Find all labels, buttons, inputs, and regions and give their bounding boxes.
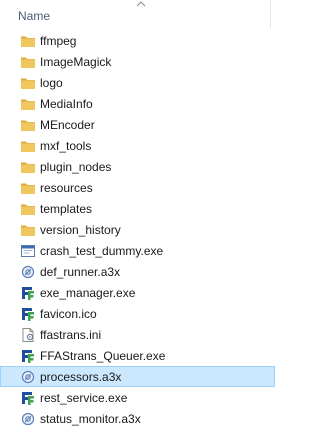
file-list-item[interactable]: version_history: [0, 219, 275, 240]
name-column-header[interactable]: Name: [18, 9, 50, 23]
file-list-item[interactable]: def_runner.a3x: [0, 261, 275, 282]
file-name-label: ImageMagick: [40, 55, 112, 69]
file-name-label: rest_service.exe: [40, 391, 128, 405]
ffastrans-app-icon: [20, 390, 36, 406]
column-divider[interactable]: [270, 0, 271, 28]
file-name-label: favicon.ico: [40, 307, 97, 321]
sort-chevron-up-icon[interactable]: [136, 1, 146, 7]
folder-icon: [20, 75, 36, 91]
file-name-label: FFAStrans_Queuer.exe: [40, 349, 166, 363]
file-explorer: Name ffmpeg ImageMagick logo MediaInfo M…: [0, 0, 275, 437]
ffastrans-app-icon: [20, 285, 36, 301]
file-list-item[interactable]: crash_test_dummy.exe: [0, 240, 275, 261]
file-name-label: crash_test_dummy.exe: [40, 244, 164, 258]
file-list-item[interactable]: status_monitor.a3x: [0, 408, 275, 429]
file-list-item[interactable]: ImageMagick: [0, 51, 275, 72]
file-name-label: ffmpeg: [40, 34, 77, 48]
file-name-label: version_history: [40, 223, 121, 237]
file-list-item[interactable]: resources: [0, 177, 275, 198]
file-list-item[interactable]: ffmpeg: [0, 30, 275, 51]
a3x-script-icon: [20, 264, 36, 280]
file-list-item[interactable]: FFAStrans_Queuer.exe: [0, 345, 275, 366]
file-name-label: MEncoder: [40, 118, 95, 132]
file-name-label: resources: [40, 181, 93, 195]
file-name-label: processors.a3x: [40, 370, 122, 384]
folder-icon: [20, 54, 36, 70]
file-name-label: status_monitor.a3x: [40, 412, 141, 426]
ini-file-icon: [20, 327, 36, 343]
folder-icon: [20, 222, 36, 238]
file-name-label: ffastrans.ini: [40, 328, 102, 342]
file-list-item[interactable]: MediaInfo: [0, 93, 275, 114]
file-name-label: plugin_nodes: [40, 160, 112, 174]
folder-icon: [20, 201, 36, 217]
file-list-item[interactable]: rest_service.exe: [0, 387, 275, 408]
file-name-label: logo: [40, 76, 63, 90]
file-name-label: exe_manager.exe: [40, 286, 136, 300]
a3x-script-icon: [20, 369, 36, 385]
file-name-label: mxf_tools: [40, 139, 92, 153]
file-list: ffmpeg ImageMagick logo MediaInfo MEncod…: [0, 30, 275, 429]
file-list-item[interactable]: mxf_tools: [0, 135, 275, 156]
file-list-item[interactable]: ffastrans.ini: [0, 324, 275, 345]
file-list-item[interactable]: favicon.ico: [0, 303, 275, 324]
file-name-label: templates: [40, 202, 93, 216]
folder-icon: [20, 138, 36, 154]
file-list-item[interactable]: plugin_nodes: [0, 156, 275, 177]
folder-icon: [20, 96, 36, 112]
folder-icon: [20, 33, 36, 49]
a3x-script-icon: [20, 411, 36, 427]
file-name-label: MediaInfo: [40, 97, 93, 111]
folder-icon: [20, 159, 36, 175]
ffastrans-app-icon: [20, 348, 36, 364]
file-list-item[interactable]: processors.a3x: [0, 366, 275, 387]
column-header: Name: [0, 0, 275, 28]
file-list-item[interactable]: logo: [0, 72, 275, 93]
file-list-item[interactable]: templates: [0, 198, 275, 219]
folder-icon: [20, 117, 36, 133]
file-list-item[interactable]: MEncoder: [0, 114, 275, 135]
file-list-item[interactable]: exe_manager.exe: [0, 282, 275, 303]
file-name-label: def_runner.a3x: [40, 265, 121, 279]
ffastrans-app-icon: [20, 306, 36, 322]
folder-icon: [20, 180, 36, 196]
exe-window-icon: [20, 243, 36, 259]
